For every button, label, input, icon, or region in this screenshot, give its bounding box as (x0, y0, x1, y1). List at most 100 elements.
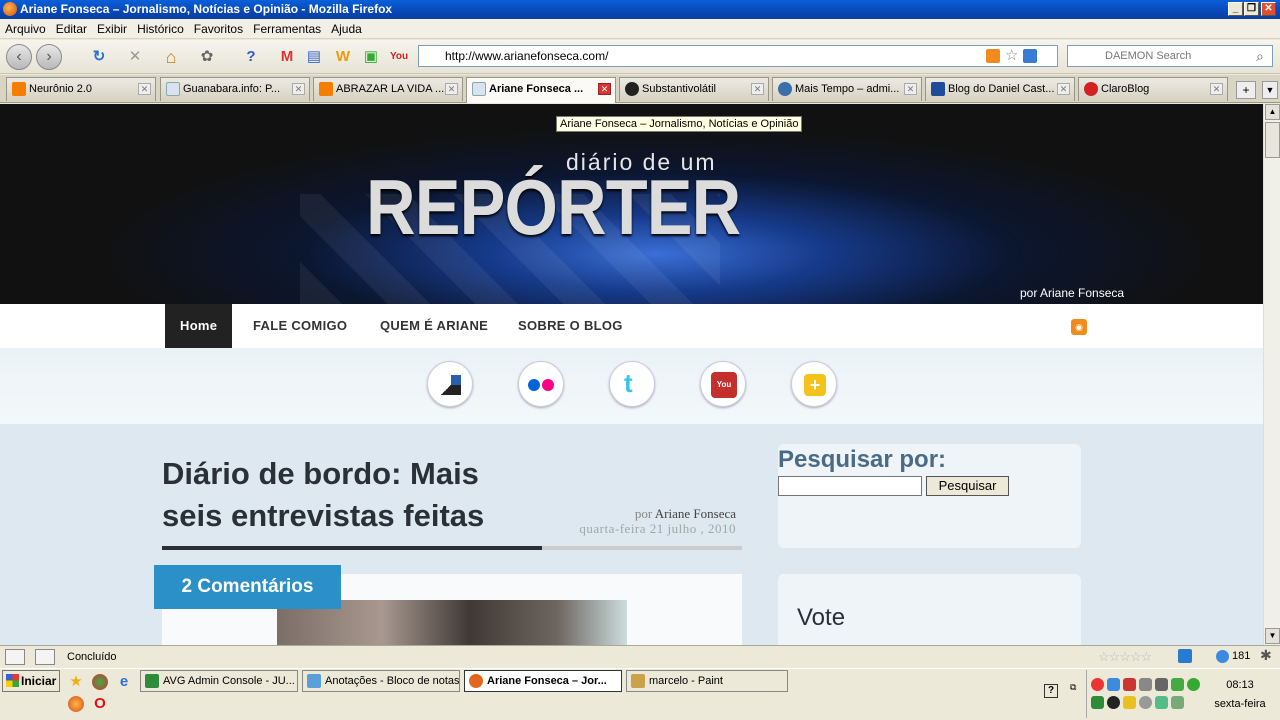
twitter-icon[interactable]: t (609, 361, 655, 407)
youtube-toolbar-icon[interactable]: You (390, 48, 408, 66)
menu-exibir[interactable]: Exibir (92, 19, 132, 39)
forward-button[interactable]: › (36, 44, 62, 70)
tray-icon[interactable] (1187, 678, 1200, 691)
help-icon[interactable]: ? (242, 48, 260, 66)
menu-ajuda[interactable]: Ajuda (326, 19, 367, 39)
tab-close-icon[interactable]: ✕ (1057, 83, 1070, 95)
tab-mais-tempo[interactable]: Mais Tempo – admi... ✕ (772, 77, 922, 101)
scroll-down-button[interactable]: ▼ (1265, 628, 1280, 644)
stop-icon[interactable]: ✕ (126, 48, 144, 66)
tab-label: ClaroBlog (1101, 83, 1150, 95)
taskbar-firefox[interactable]: Ariane Fonseca – Jor... (464, 670, 622, 692)
addon-icon[interactable]: ✿ (198, 48, 216, 66)
tray-icon[interactable] (1091, 678, 1104, 691)
taskbar-avg[interactable]: AVG Admin Console - JU... (140, 670, 298, 692)
add-icon[interactable]: + (791, 361, 837, 407)
minimize-button[interactable]: _ (1228, 2, 1243, 16)
vertical-scrollbar[interactable]: ▲ ▼ (1263, 104, 1280, 645)
tab-abrazar[interactable]: ABRAZAR LA VIDA ... ✕ (313, 77, 463, 101)
gmail-icon[interactable]: M (278, 48, 296, 66)
status-screen-icon[interactable] (5, 649, 25, 665)
new-tab-button[interactable]: + (1236, 81, 1256, 99)
menu-ferramentas[interactable]: Ferramentas (248, 19, 326, 39)
chrome-icon[interactable] (92, 674, 108, 690)
feed-reader-icon[interactable]: ▤ (305, 48, 323, 66)
menu-favoritos[interactable]: Favoritos (189, 19, 248, 39)
rating-stars[interactable]: ☆☆☆☆☆ (1098, 649, 1152, 665)
tray-icon[interactable] (1171, 678, 1184, 691)
tray-icon[interactable] (1123, 678, 1136, 691)
tray-icon[interactable] (1139, 678, 1152, 691)
back-button[interactable]: ‹ (6, 44, 32, 70)
taskbar-notepad[interactable]: Anotações - Bloco de notas (302, 670, 460, 692)
tab-close-icon[interactable]: ✕ (751, 83, 764, 95)
menu-arquivo[interactable]: Arquivo (0, 19, 51, 39)
menu-historico[interactable]: Histórico (132, 19, 189, 39)
scroll-thumb[interactable] (1265, 122, 1280, 158)
post-title-line: Diário de bordo: Mais (162, 456, 479, 491)
nav-quem-e-ariane[interactable]: QUEM É ARIANE (380, 304, 488, 348)
tab-ariane-fonseca[interactable]: Ariane Fonseca ... ✕ (466, 77, 616, 103)
tray-icon[interactable] (1107, 696, 1120, 709)
tab-guanabara[interactable]: Guanabara.info: P... ✕ (160, 77, 310, 101)
tab-claroblog[interactable]: ClaroBlog ✕ (1078, 77, 1228, 101)
url-bar[interactable]: http://www.arianefonseca.com/ (418, 45, 1058, 67)
tray-icon[interactable] (1171, 696, 1184, 709)
nav-sobre-o-blog[interactable]: SOBRE O BLOG (518, 304, 623, 348)
clock[interactable]: 08:13 sexta-feira (1205, 676, 1275, 714)
tray-icon[interactable] (1139, 696, 1152, 709)
tray-icon[interactable] (1107, 678, 1120, 691)
ie-icon[interactable]: e (116, 674, 132, 690)
sidebar-search-input[interactable] (778, 476, 922, 496)
quicklaunch-star-icon[interactable]: ★ (68, 674, 84, 690)
tab-close-icon[interactable]: ✕ (138, 83, 151, 95)
window-title: Ariane Fonseca – Jornalismo, Notícias e … (20, 2, 393, 16)
taskbar-paint[interactable]: marcelo - Paint (626, 670, 788, 692)
tab-close-icon[interactable]: ✕ (445, 83, 458, 95)
youtube-icon[interactable]: You (700, 361, 746, 407)
post-title[interactable]: Diário de bordo: Mais seis entrevistas f… (162, 453, 532, 537)
logo-title[interactable]: REPÓRTER (366, 162, 741, 253)
tab-close-icon[interactable]: ✕ (1210, 83, 1223, 95)
search-input[interactable]: DAEMON Search (1067, 45, 1273, 67)
tray-icon[interactable] (1091, 696, 1104, 709)
home-icon[interactable]: ⌂ (162, 48, 180, 66)
maximize-button[interactable]: ❐ (1244, 2, 1259, 16)
nav-fale-comigo[interactable]: FALE COMIGO (253, 304, 347, 348)
sidebar-search-button[interactable]: Pesquisar (926, 476, 1009, 496)
nav-home[interactable]: Home (165, 304, 233, 348)
resize-grip-icon[interactable]: ✱ (1260, 647, 1272, 664)
close-window-button[interactable]: ✕ (1261, 2, 1276, 16)
tab-substantivolatil[interactable]: Substantivolátil ✕ (619, 77, 769, 101)
tab-close-icon[interactable]: ✕ (904, 83, 917, 95)
tab-neuronio[interactable]: Neurônio 2.0 ✕ (6, 77, 156, 101)
rss-feed-icon[interactable] (986, 49, 1000, 63)
site-info-icon[interactable] (1023, 49, 1037, 63)
menu-editar[interactable]: Editar (51, 19, 92, 39)
tab-list-button[interactable]: ▼ (1262, 81, 1278, 99)
google-icon[interactable]: ▣ (362, 48, 380, 66)
tab-blog-daniel[interactable]: Blog do Daniel Cast... ✕ (925, 77, 1075, 101)
tray-icon[interactable] (1155, 678, 1168, 691)
comments-count-badge[interactable]: 2 Comentários (154, 565, 341, 609)
help-tray-icon[interactable]: ? (1044, 684, 1058, 698)
scroll-up-button[interactable]: ▲ (1265, 104, 1280, 120)
toolbar-w-icon[interactable]: W (334, 48, 352, 66)
status-pen-icon[interactable] (35, 649, 55, 665)
firefox-quicklaunch-icon[interactable] (68, 696, 84, 712)
status-addon-icon[interactable] (1178, 649, 1192, 663)
post-author[interactable]: Ariane Fonseca (655, 506, 736, 521)
opera-icon[interactable]: O (92, 696, 108, 712)
start-button[interactable]: Iniciar (2, 670, 60, 692)
reload-icon[interactable]: ↻ (90, 48, 108, 66)
tray-icon[interactable] (1123, 696, 1136, 709)
bookmark-star-icon[interactable]: ☆ (1005, 46, 1018, 64)
search-icon[interactable]: ⌕ (1256, 48, 1264, 65)
tray-expand-icon[interactable]: ⧉ (1070, 682, 1076, 693)
tab-close-icon[interactable]: ✕ (292, 83, 305, 95)
tab-close-icon[interactable]: ✕ (598, 83, 611, 95)
delicious-icon[interactable] (427, 361, 473, 407)
tray-icon[interactable] (1155, 696, 1168, 709)
rss-icon[interactable]: ◉ (1071, 319, 1087, 335)
flickr-icon[interactable] (518, 361, 564, 407)
